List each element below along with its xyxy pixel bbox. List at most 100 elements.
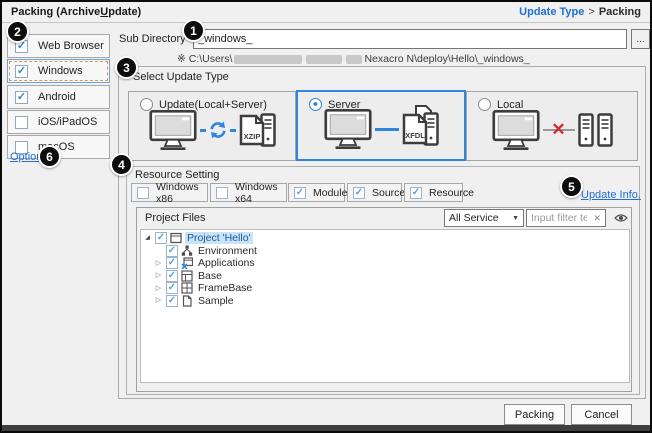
sub-directory-label: Sub Directory [119,33,186,45]
tree-row-project[interactable]: ◢ ✓ Project 'Hello' [141,232,629,245]
tree-item-label: Environment [196,245,259,257]
sync-arrows-icon [209,121,227,139]
callout-3: 3 [115,56,138,79]
applications-checkbox[interactable]: ✓ [166,257,178,269]
svg-text:XZIP: XZIP [243,132,260,141]
ios-checkbox[interactable] [15,116,28,129]
resource-item-label: Resource [429,187,474,199]
service-filter-dropdown[interactable]: All Service ▼ [444,209,524,227]
tree-item-label: FrameBase [196,282,254,294]
server-icon [597,113,613,147]
redacted-path-segment [306,55,342,64]
resource-checkbox[interactable]: ✓ [410,187,422,199]
collapsed-arrow-icon[interactable]: ▷ [154,285,163,292]
applications-icon [181,257,193,269]
resource-item-label: Windows x64 [235,181,286,205]
titlebar: Packing (ArchiveUpdate) Update Type>Pack… [2,2,650,23]
sidebar-item-ios[interactable]: iOS/iPadOS [7,110,110,134]
red-x-icon: ✕ [551,120,565,140]
project-files-panel: Project Files All Service ▼ ✕ ◢ ✓ Projec… [136,207,632,392]
project-files-header: Project Files All Service ▼ ✕ [137,208,631,228]
project-icon [170,232,182,244]
tree-item-label: Base [196,270,224,282]
callout-4: 4 [110,153,133,176]
packing-button[interactable]: Packing [504,404,565,425]
resource-item-label: Module [313,187,347,199]
sidebar-item-android[interactable]: ✓ Android [7,85,110,109]
source-checkbox[interactable]: ✓ [353,187,365,199]
resource-item-module[interactable]: ✓ Module [288,183,345,202]
tree-item-label: Applications [196,257,257,269]
module-checkbox[interactable]: ✓ [294,187,306,199]
resource-item-source[interactable]: ✓ Source [347,183,402,202]
tree-row-environment[interactable]: ✓ Environment [141,245,629,258]
sub-directory-input[interactable] [193,29,627,49]
collapsed-arrow-icon[interactable]: ▷ [154,297,163,304]
callout-2: 2 [6,20,29,43]
blocked-connection: ✕ [543,129,575,131]
callout-6: 6 [38,145,61,168]
base-checkbox[interactable]: ✓ [166,270,178,282]
update-type-link[interactable]: Update Type [519,6,584,18]
cancel-button[interactable]: Cancel [571,404,632,425]
monitor-icon [324,108,372,150]
update-type-option-local[interactable]: Local ✕ [466,91,638,161]
connector-line [375,128,399,131]
base-icon [181,270,193,282]
breadcrumb: Update Type>Packing [519,6,641,18]
environment-checkbox[interactable]: ✓ [166,245,178,257]
connector-line [230,129,236,132]
resource-item-resource[interactable]: ✓ Resource [404,183,463,202]
callout-1: 1 [182,19,205,42]
windows-x86-checkbox[interactable] [137,187,149,199]
redacted-path-segment [234,55,302,64]
framebase-icon [181,282,193,294]
select-update-type-label: Select Update Type [133,71,229,83]
monitor-icon [492,109,540,151]
resource-item-windows-x64[interactable]: Windows x64 [210,183,287,202]
filter-field: ✕ [526,209,606,227]
connector-line [200,129,206,132]
xzip-file-icon: XZIP [239,114,265,146]
tree-row-base[interactable]: ▷ ✓ Base [141,270,629,283]
android-checkbox[interactable]: ✓ [15,91,28,104]
deploy-path: ※ C:\Users\ Nexacro N\deploy\Hello\_wind… [177,53,530,65]
expanded-arrow-icon[interactable]: ◢ [143,235,152,241]
project-checkbox[interactable]: ✓ [155,232,167,244]
update-info-link[interactable]: Update Info. [581,189,641,201]
sample-icon [181,295,193,307]
resource-item-windows-x86[interactable]: Windows x86 [131,183,208,202]
sample-checkbox[interactable]: ✓ [166,295,178,307]
server-icon [578,113,594,147]
collapsed-arrow-icon[interactable]: ▷ [154,272,163,279]
browse-button[interactable]: ... [631,29,650,49]
resource-setting-label: Resource Setting [133,169,221,181]
environment-icon [181,245,193,257]
framebase-checkbox[interactable]: ✓ [166,282,178,294]
tree-row-framebase[interactable]: ▷ ✓ FrameBase [141,282,629,295]
preview-button[interactable] [610,209,631,227]
sidebar-item-label: Android [38,91,76,103]
resource-item-label: Windows x86 [156,181,207,205]
project-files-title: Project Files [145,212,206,224]
update-type-option-server[interactable]: ● Server XFDL [296,90,466,161]
windows-checkbox[interactable]: ✓ [15,65,28,78]
redacted-path-segment [346,55,362,64]
update-type-option-update[interactable]: Update(Local+Server) XZIP [128,91,296,161]
filter-input[interactable] [527,212,587,224]
monitor-icon [149,109,197,151]
tree-item-label: Sample [196,295,236,307]
project-files-tree[interactable]: ◢ ✓ Project 'Hello' ✓ Environment ▷ ✓ Ap… [140,229,630,383]
clear-filter-icon[interactable]: ✕ [593,213,601,224]
sidebar-item-label: Web Browser [38,40,104,52]
sidebar-item-windows[interactable]: ✓ Windows [7,59,110,83]
packing-dialog: Packing (ArchiveUpdate) Update Type>Pack… [0,0,652,433]
sidebar-item-label: iOS/iPadOS [38,116,97,128]
eye-icon [614,213,628,223]
collapsed-arrow-icon[interactable]: ▷ [154,260,163,267]
chevron-down-icon: ▼ [512,215,519,222]
svg-text:XFDL: XFDL [405,131,425,140]
windows-x64-checkbox[interactable] [216,187,228,199]
tree-row-sample[interactable]: ▷ ✓ Sample [141,295,629,308]
tree-row-applications[interactable]: ▷ ✓ Applications [141,257,629,270]
